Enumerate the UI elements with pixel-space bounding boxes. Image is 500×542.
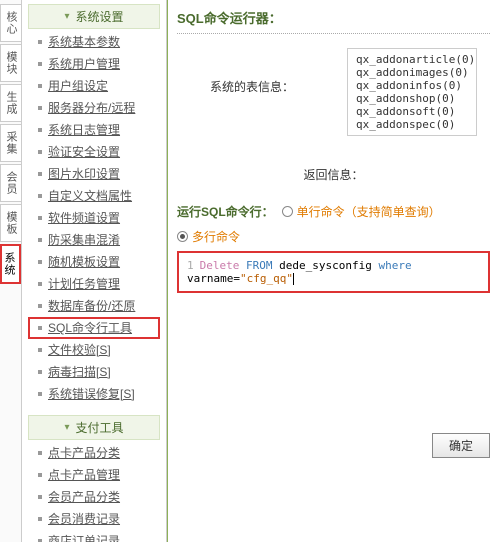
table-row[interactable]: qx_addonspec(0) bbox=[356, 118, 468, 131]
table-row[interactable]: qx_addonsoft(0) bbox=[356, 105, 468, 118]
bullet-icon bbox=[38, 495, 42, 499]
section-header-1[interactable]: ▾支付工具 bbox=[28, 415, 160, 440]
tab-4[interactable]: 会员 bbox=[0, 164, 21, 202]
tab-3[interactable]: 采集 bbox=[0, 124, 21, 162]
table-row[interactable]: qx_addonarticle(0) bbox=[356, 53, 468, 66]
radio-multi-group[interactable]: 多行命令 bbox=[177, 228, 240, 245]
menu-item-1-4[interactable]: 商店订单记录 bbox=[28, 530, 160, 542]
sql-kw-from: FROM bbox=[246, 259, 273, 272]
tab-2[interactable]: 生成 bbox=[0, 84, 21, 122]
content-area: SQL命令运行器： 系统的表信息： qx_addonarticle(0)qx_a… bbox=[167, 0, 500, 542]
menu-item-0-6[interactable]: 图片水印设置 bbox=[28, 163, 160, 185]
tab-1[interactable]: 模块 bbox=[0, 44, 21, 82]
content-divider bbox=[167, 0, 168, 542]
menu-item-0-9[interactable]: 防采集串混淆 bbox=[28, 229, 160, 251]
bullet-icon bbox=[38, 194, 42, 198]
menu-item-0-5[interactable]: 验证安全设置 bbox=[28, 141, 160, 163]
table-info-row: 系统的表信息： qx_addonarticle(0)qx_addonimages… bbox=[177, 48, 490, 136]
tab-5[interactable]: 模板 bbox=[0, 204, 21, 242]
return-info-label: 返回信息： bbox=[177, 166, 490, 183]
bullet-icon bbox=[38, 40, 42, 44]
bullet-icon bbox=[38, 84, 42, 88]
bullet-icon bbox=[38, 517, 42, 521]
page-title: SQL命令运行器： bbox=[177, 8, 490, 27]
bullet-icon bbox=[38, 473, 42, 477]
bullet-icon bbox=[38, 370, 42, 374]
menu-item-1-0[interactable]: 点卡产品分类 bbox=[28, 442, 160, 464]
table-list[interactable]: qx_addonarticle(0)qx_addonimages(0)qx_ad… bbox=[347, 48, 477, 136]
menu-item-0-7[interactable]: 自定义文档属性 bbox=[28, 185, 160, 207]
bullet-icon bbox=[38, 172, 42, 176]
menu-item-0-2[interactable]: 用户组设定 bbox=[28, 75, 160, 97]
bullet-icon bbox=[38, 451, 42, 455]
chevron-down-icon: ▾ bbox=[64, 11, 69, 22]
sql-col: varname= bbox=[187, 272, 240, 285]
bullet-icon bbox=[38, 62, 42, 66]
tab-6[interactable]: 系统 bbox=[0, 244, 21, 284]
submit-button[interactable]: 确定 bbox=[432, 433, 490, 458]
bullet-icon bbox=[38, 150, 42, 154]
radio-multi-label: 多行命令 bbox=[192, 228, 240, 245]
title-underline bbox=[177, 33, 490, 34]
menu-item-0-3[interactable]: 服务器分布/远程 bbox=[28, 97, 160, 119]
table-row[interactable]: qx_addoninfos(0) bbox=[356, 79, 468, 92]
menu-item-1-3[interactable]: 会员消费记录 bbox=[28, 508, 160, 530]
radio-single-label: 单行命令（支持简单查询） bbox=[297, 203, 441, 220]
menu-item-1-2[interactable]: 会员产品分类 bbox=[28, 486, 160, 508]
bullet-icon bbox=[38, 128, 42, 132]
bullet-icon bbox=[38, 282, 42, 286]
menu-item-0-16[interactable]: 系统错误修复[S] bbox=[28, 383, 160, 405]
menu-item-0-14[interactable]: 文件校验[S] bbox=[28, 339, 160, 361]
chevron-down-icon: ▾ bbox=[64, 422, 69, 433]
table-info-label: 系统的表信息： bbox=[177, 48, 327, 136]
sql-linenum: 1 bbox=[187, 259, 194, 272]
bullet-icon bbox=[38, 238, 42, 242]
menu-item-0-0[interactable]: 系统基本参数 bbox=[28, 31, 160, 53]
menu-item-0-12[interactable]: 数据库备份/还原 bbox=[28, 295, 160, 317]
radio-single[interactable] bbox=[282, 206, 293, 217]
sql-kw-delete: Delete bbox=[200, 259, 240, 272]
vertical-tabbar: 核心模块生成采集会员模板系统 bbox=[0, 0, 22, 542]
menu-item-0-8[interactable]: 软件频道设置 bbox=[28, 207, 160, 229]
menu-item-0-11[interactable]: 计划任务管理 bbox=[28, 273, 160, 295]
menu-item-0-10[interactable]: 随机模板设置 bbox=[28, 251, 160, 273]
tab-0[interactable]: 核心 bbox=[0, 4, 21, 42]
table-row[interactable]: qx_addonshop(0) bbox=[356, 92, 468, 105]
menu-item-0-13[interactable]: SQL命令行工具 bbox=[28, 317, 160, 339]
bullet-icon bbox=[38, 348, 42, 352]
sql-textarea[interactable]: 1 Delete FROM dede_sysconfig where varnam… bbox=[177, 251, 490, 293]
sql-table: dede_sysconfig bbox=[279, 259, 372, 272]
menu-item-0-1[interactable]: 系统用户管理 bbox=[28, 53, 160, 75]
run-sql-row: 运行SQL命令行： 单行命令（支持简单查询） 多行命令 bbox=[177, 203, 490, 245]
bullet-icon bbox=[38, 326, 42, 330]
radio-single-group[interactable]: 单行命令（支持简单查询） bbox=[282, 203, 441, 220]
table-row[interactable]: qx_addonimages(0) bbox=[356, 66, 468, 79]
run-sql-label: 运行SQL命令行： bbox=[177, 203, 274, 220]
bullet-icon bbox=[38, 216, 42, 220]
radio-multi[interactable] bbox=[177, 231, 188, 242]
section-header-0[interactable]: ▾系统设置 bbox=[28, 4, 160, 29]
sidebar: ▾系统设置系统基本参数系统用户管理用户组设定服务器分布/远程系统日志管理验证安全… bbox=[22, 0, 167, 542]
menu-item-0-15[interactable]: 病毒扫描[S] bbox=[28, 361, 160, 383]
menu-item-1-1[interactable]: 点卡产品管理 bbox=[28, 464, 160, 486]
bullet-icon bbox=[38, 260, 42, 264]
menu-item-0-4[interactable]: 系统日志管理 bbox=[28, 119, 160, 141]
bullet-icon bbox=[38, 304, 42, 308]
text-cursor bbox=[293, 273, 294, 285]
bullet-icon bbox=[38, 392, 42, 396]
bullet-icon bbox=[38, 106, 42, 110]
sql-kw-where: where bbox=[378, 259, 411, 272]
sql-str: "cfg_qq" bbox=[240, 272, 293, 285]
button-row: 确定 bbox=[177, 433, 490, 458]
